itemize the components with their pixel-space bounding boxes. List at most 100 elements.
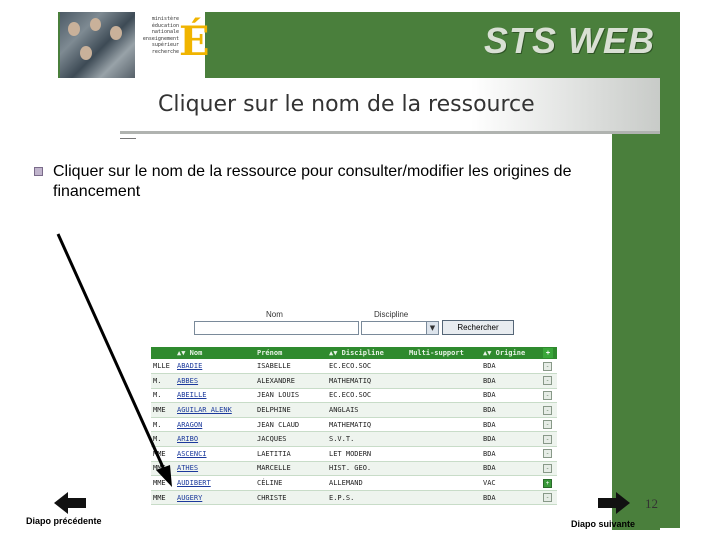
- side-band: [612, 78, 660, 530]
- chevron-down-icon[interactable]: ▼: [426, 322, 438, 334]
- origin-edit-icon[interactable]: -: [543, 420, 552, 430]
- col-add[interactable]: +: [541, 347, 557, 359]
- cell-multi: [407, 417, 481, 433]
- right-band: [660, 12, 680, 528]
- table-header-row: ▲▼ Nom Prénom ▲▼ Discipline Multi-suppor…: [151, 347, 557, 359]
- cell-nom: ARIBO: [175, 431, 255, 448]
- cell-nom: ABEILLE: [175, 388, 255, 404]
- table-row: MME AUDIBERT CÉLINE ALLEMAND VAC +: [151, 475, 557, 491]
- table-row: MME AGUILAR ALENK DELPHINE ANGLAIS BDA -: [151, 402, 557, 418]
- cell-origine: BDA: [481, 417, 541, 433]
- sort-icon: ▲▼: [177, 349, 186, 357]
- origin-edit-icon[interactable]: -: [543, 493, 552, 503]
- col-discipline-label: Discipline: [341, 349, 384, 357]
- col-origine-label: Origine: [495, 349, 526, 357]
- cell-discipline: LET MODERN: [327, 446, 407, 462]
- col-discipline[interactable]: ▲▼ Discipline: [327, 347, 407, 359]
- cell-nom: AUDIBERT: [175, 475, 255, 491]
- cell-origine: BDA: [481, 461, 541, 477]
- cell-prenom: ISABELLE: [255, 359, 327, 375]
- cell-discipline: MATHEMATIQ: [327, 373, 407, 389]
- cell-discipline: HIST. GEO.: [327, 461, 407, 477]
- cell-nom: AGUILAR ALENK: [175, 402, 255, 418]
- origin-edit-icon[interactable]: +: [543, 478, 552, 488]
- discipline-select[interactable]: ▼: [361, 321, 439, 335]
- origin-edit-icon[interactable]: -: [543, 376, 552, 386]
- next-arrow-icon[interactable]: [596, 490, 632, 516]
- prev-arrow-icon[interactable]: [52, 490, 88, 516]
- resource-name-link[interactable]: ABADIE: [177, 362, 202, 370]
- table-row: M. ABEILLE JEAN LOUIS EC.ECO.SOC BDA -: [151, 388, 557, 404]
- nom-label: Nom: [266, 310, 283, 319]
- cell-civ: M.: [151, 431, 175, 448]
- cell-discipline: S.V.T.: [327, 431, 407, 448]
- origin-edit-icon[interactable]: -: [543, 361, 552, 371]
- cell-action: -: [541, 388, 557, 404]
- cell-discipline: ALLEMAND: [327, 475, 407, 491]
- col-multi-support[interactable]: Multi-support: [407, 347, 481, 359]
- cell-discipline: MATHEMATIQ: [327, 417, 407, 433]
- cell-prenom: DELPHINE: [255, 402, 327, 418]
- add-icon[interactable]: +: [543, 348, 553, 358]
- photo-face: [110, 26, 122, 40]
- prev-slide-link[interactable]: Diapo précédente: [26, 516, 102, 526]
- cell-prenom: JEAN LOUIS: [255, 388, 327, 404]
- logo-text: ministère éducation nationale enseigneme…: [139, 16, 179, 55]
- cell-civ: MME: [151, 446, 175, 462]
- cell-civ: MME: [151, 475, 175, 491]
- resource-name-link[interactable]: ABBES: [177, 377, 198, 385]
- resource-name-link[interactable]: ATHES: [177, 464, 198, 472]
- cell-prenom: LAETITIA: [255, 446, 327, 462]
- resource-name-link[interactable]: AUDIBERT: [177, 479, 211, 487]
- resource-name-link[interactable]: ASCENCI: [177, 450, 207, 458]
- origin-edit-icon[interactable]: -: [543, 405, 552, 415]
- cell-multi: [407, 373, 481, 389]
- cell-nom: ABADIE: [175, 359, 255, 375]
- table-row: M. ABBES ALEXANDRE MATHEMATIQ BDA -: [151, 373, 557, 389]
- table-row: MME ASCENCI LAETITIA LET MODERN BDA -: [151, 446, 557, 462]
- search-form: Nom Discipline ▼ Rechercher: [150, 308, 560, 342]
- photo-face: [90, 18, 101, 31]
- cell-origine: BDA: [481, 431, 541, 448]
- origin-edit-icon[interactable]: -: [543, 390, 552, 400]
- search-button[interactable]: Rechercher: [442, 320, 514, 335]
- col-origine[interactable]: ▲▼ Origine: [481, 347, 541, 359]
- cell-action: -: [541, 373, 557, 389]
- col-civ: [151, 347, 175, 359]
- cell-discipline: EC.ECO.SOC: [327, 388, 407, 404]
- resource-name-link[interactable]: AGUILAR ALENK: [177, 406, 232, 414]
- cell-origine: BDA: [481, 359, 541, 375]
- resource-name-link[interactable]: AUGERY: [177, 494, 202, 502]
- resource-name-link[interactable]: ARAGON: [177, 421, 202, 429]
- resource-name-link[interactable]: ABEILLE: [177, 391, 207, 399]
- col-nom-label: Nom: [189, 349, 203, 357]
- cell-action: -: [541, 402, 557, 418]
- app-title: STS WEB: [484, 20, 656, 61]
- cell-prenom: MARCELLE: [255, 461, 327, 477]
- slide: ministère éducation nationale enseigneme…: [0, 0, 720, 540]
- origin-edit-icon[interactable]: -: [543, 434, 552, 444]
- photo-face: [80, 46, 92, 60]
- cell-civ: M.: [151, 373, 175, 389]
- page-number: 12: [645, 496, 658, 511]
- next-slide-link[interactable]: Diapo suivante: [571, 519, 635, 529]
- col-prenom[interactable]: Prénom: [255, 347, 327, 359]
- cell-prenom: JACQUES: [255, 431, 327, 448]
- cell-discipline: ANGLAIS: [327, 402, 407, 418]
- resource-name-link[interactable]: ARIBO: [177, 435, 198, 443]
- title-tick: [120, 138, 136, 139]
- cell-origine: BDA: [481, 446, 541, 462]
- cell-multi: [407, 490, 481, 506]
- cell-action: -: [541, 461, 557, 477]
- col-nom[interactable]: ▲▼ Nom: [175, 347, 255, 359]
- nom-input[interactable]: [194, 321, 359, 335]
- cell-civ: MME: [151, 490, 175, 506]
- origin-edit-icon[interactable]: -: [543, 463, 552, 473]
- cell-discipline: EC.ECO.SOC: [327, 359, 407, 375]
- ministry-logo: ministère éducation nationale enseigneme…: [135, 12, 210, 78]
- arrow-shaft: [56, 233, 168, 475]
- cell-nom: ATHES: [175, 461, 255, 477]
- sort-icon: ▲▼: [329, 349, 338, 357]
- origin-edit-icon[interactable]: -: [543, 449, 552, 459]
- cell-multi: [407, 402, 481, 418]
